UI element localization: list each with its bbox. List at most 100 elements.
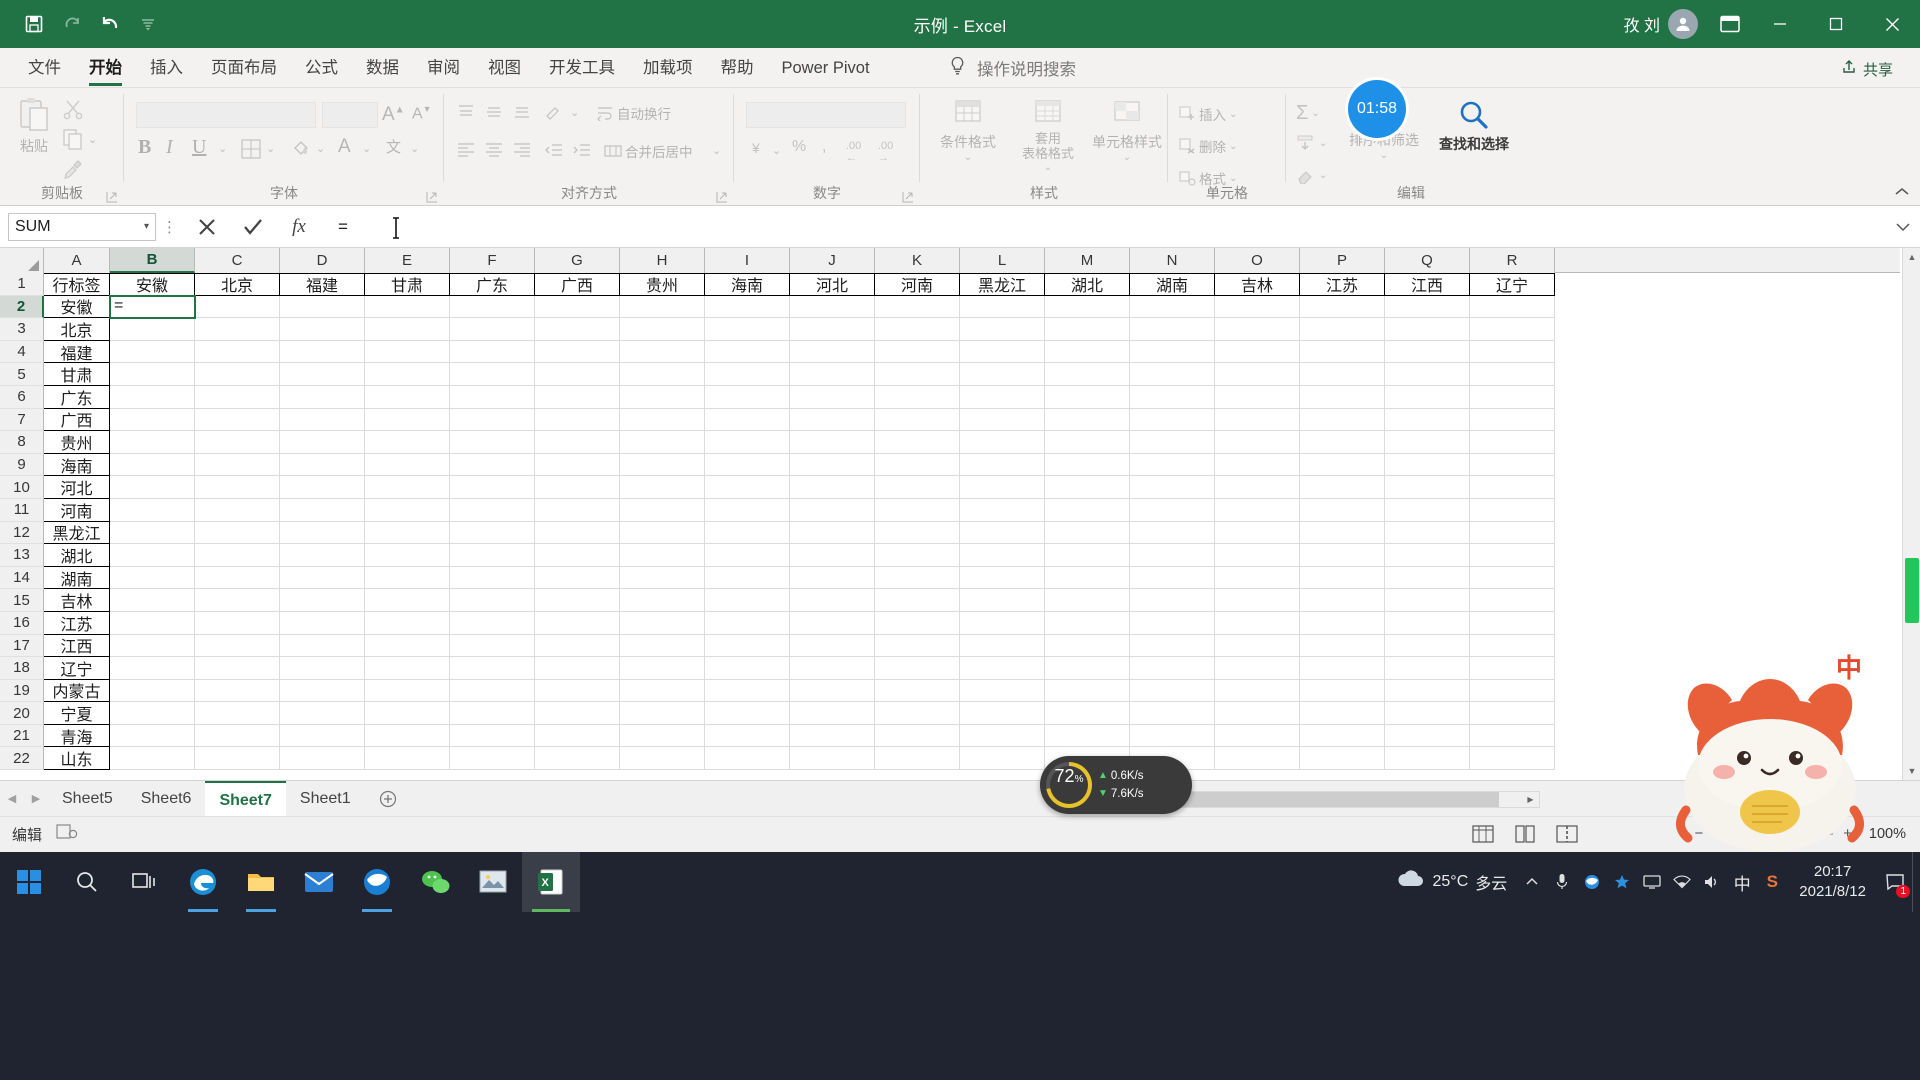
photo-icon[interactable] [464,852,522,912]
phonetic-guide-icon[interactable]: 文 [386,136,401,157]
clear-button[interactable]: ⌄ [1296,166,1327,184]
browser-icon[interactable] [348,852,406,912]
column-header-A[interactable]: A [44,248,110,273]
align-middle-icon[interactable] [484,102,504,127]
cell-J10[interactable] [790,476,875,499]
sheet-tab-sheet6[interactable]: Sheet6 [127,781,206,817]
cell-G12[interactable] [535,521,620,545]
cell-O9[interactable] [1215,453,1300,477]
cell-R21[interactable] [1470,724,1555,748]
cell-N9[interactable] [1130,453,1215,477]
tab-home[interactable]: 开始 [75,48,136,88]
cell-Q3[interactable] [1385,318,1470,341]
share-button[interactable]: 共享 [1830,56,1904,82]
user-account[interactable]: 孜 刘 [1624,9,1698,39]
cell-P16[interactable] [1300,611,1385,635]
cell-G10[interactable] [535,476,620,499]
cell-P21[interactable] [1300,724,1385,748]
cell-L20[interactable] [960,702,1045,725]
cell-H15[interactable] [620,589,705,612]
font-color-icon[interactable]: A [338,136,351,158]
cell-D14[interactable] [280,566,365,590]
wechat-icon[interactable] [406,852,464,912]
cell-A8[interactable]: 贵州 [44,431,110,454]
cell-R20[interactable] [1470,702,1555,725]
cell-H6[interactable] [620,385,705,409]
cell-K11[interactable] [875,498,960,522]
cell-D15[interactable] [280,589,365,612]
column-header-G[interactable]: G [535,248,620,273]
cell-A4[interactable]: 福建 [44,340,110,364]
cell-F7[interactable] [450,408,535,432]
cell-E1[interactable]: 甘肃 [365,273,450,296]
cell-G3[interactable] [535,318,620,341]
taskbar-clock[interactable]: 20:17 2021/8/12 [1799,862,1866,903]
cell-O16[interactable] [1215,611,1300,635]
cell-P10[interactable] [1300,476,1385,499]
cell-N7[interactable] [1130,408,1215,432]
cell-A18[interactable]: 辽宁 [44,657,110,680]
cell-G9[interactable] [535,453,620,477]
cell-Q13[interactable] [1385,544,1470,567]
cell-D22[interactable] [280,747,365,771]
cell-B1[interactable]: 安徽 [110,273,195,296]
cell-R22[interactable] [1470,747,1555,771]
cell-J22[interactable] [790,747,875,771]
cell-P20[interactable] [1300,702,1385,725]
cell-M11[interactable] [1045,498,1130,522]
cell-H22[interactable] [620,747,705,771]
cell-G5[interactable] [535,363,620,386]
cell-Q19[interactable] [1385,679,1470,703]
cell-I8[interactable] [705,431,790,454]
autosum-button[interactable]: Σ ⌄ [1296,102,1320,125]
cell-F8[interactable] [450,431,535,454]
cell-Q1[interactable]: 江西 [1385,273,1470,296]
cell-J2[interactable] [790,295,875,319]
cell-K6[interactable] [875,385,960,409]
cell-J18[interactable] [790,657,875,680]
sheet-tab-sheet5[interactable]: Sheet5 [48,781,127,817]
cell-A14[interactable]: 湖南 [44,566,110,590]
cell-C11[interactable] [195,498,280,522]
cell-G16[interactable] [535,611,620,635]
cell-H11[interactable] [620,498,705,522]
scroll-down-icon[interactable]: ▼ [1903,762,1920,780]
cell-J3[interactable] [790,318,875,341]
cell-H2[interactable] [620,295,705,319]
clipboard-dialog-launcher[interactable] [106,190,118,203]
cell-C3[interactable] [195,318,280,341]
row-header-5[interactable]: 5 [0,363,44,386]
cell-K9[interactable] [875,453,960,477]
cell-G21[interactable] [535,724,620,748]
tab-page-layout[interactable]: 页面布局 [197,48,291,88]
cell-E9[interactable] [365,453,450,477]
sheet-nav-prev-icon[interactable]: ◀ [8,792,16,805]
cell-O12[interactable] [1215,521,1300,545]
column-header-L[interactable]: L [960,248,1045,273]
cell-B17[interactable] [110,634,195,658]
cell-I15[interactable] [705,589,790,612]
cell-J20[interactable] [790,702,875,725]
tab-insert[interactable]: 插入 [136,48,197,88]
tab-formulas[interactable]: 公式 [291,48,352,88]
cell-P7[interactable] [1300,408,1385,432]
cell-O21[interactable] [1215,724,1300,748]
cell-J13[interactable] [790,544,875,567]
notification-center-icon[interactable]: 1 [1878,852,1912,912]
cell-G11[interactable] [535,498,620,522]
cell-O7[interactable] [1215,408,1300,432]
cell-P15[interactable] [1300,589,1385,612]
vertical-scroll-thumb[interactable] [1905,558,1919,623]
cell-H5[interactable] [620,363,705,386]
cell-R5[interactable] [1470,363,1555,386]
cell-K15[interactable] [875,589,960,612]
cancel-icon[interactable] [184,212,230,242]
desktop-mascot[interactable]: 中 [1640,653,1900,855]
cell-O18[interactable] [1215,657,1300,680]
fill-button[interactable]: ⌄ [1296,134,1327,152]
cell-L4[interactable] [960,340,1045,364]
cell-O19[interactable] [1215,679,1300,703]
cell-D7[interactable] [280,408,365,432]
cell-P8[interactable] [1300,431,1385,454]
cell-G18[interactable] [535,657,620,680]
